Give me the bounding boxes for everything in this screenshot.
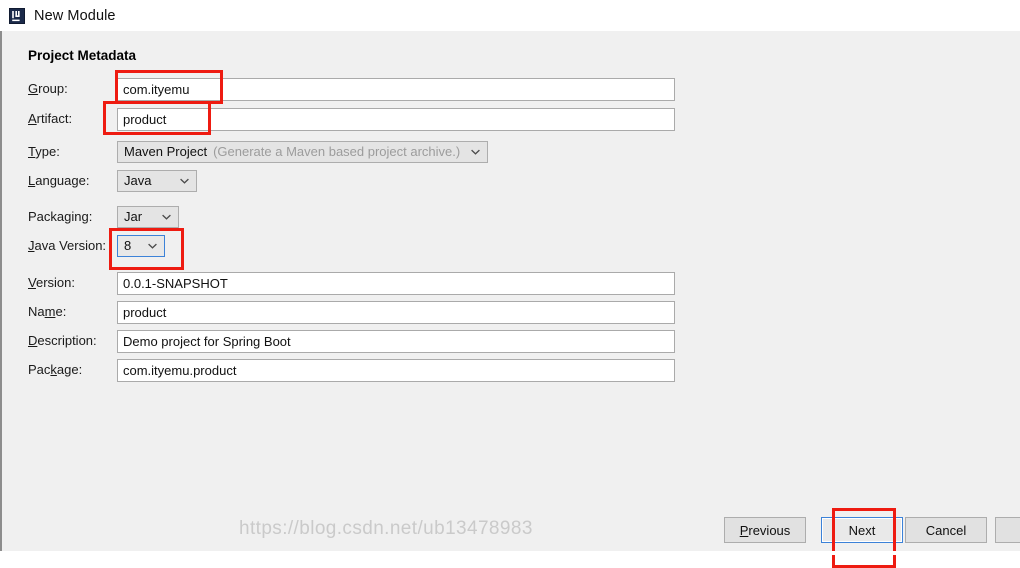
label-package: Package: bbox=[28, 362, 83, 377]
mnemonic-v: V bbox=[28, 275, 36, 290]
java-version-combobox[interactable]: 8 bbox=[117, 235, 165, 257]
name-input[interactable]: product bbox=[117, 301, 675, 324]
type-combobox-hint: (Generate a Maven based project archive.… bbox=[213, 144, 461, 159]
chevron-down-icon bbox=[180, 178, 189, 184]
chevron-down-icon bbox=[471, 149, 480, 155]
label-version: Version: bbox=[28, 275, 75, 290]
help-button[interactable] bbox=[995, 517, 1020, 543]
chevron-down-icon bbox=[162, 214, 171, 220]
mnemonic-a: A bbox=[28, 111, 37, 126]
mnemonic-m: m bbox=[44, 304, 56, 319]
section-title-project-metadata: Project Metadata bbox=[28, 48, 137, 63]
label-description: Description: bbox=[28, 333, 97, 348]
window-bottom-edge bbox=[0, 551, 1020, 555]
previous-button[interactable]: Previous bbox=[724, 517, 806, 543]
packaging-combobox-value: Jar bbox=[124, 209, 143, 224]
dialog-client-area: Project Metadata Group: com.ityemu Artif… bbox=[0, 31, 1020, 568]
new-module-dialog: New Module Project Metadata Group: com.i… bbox=[0, 0, 1020, 568]
java-version-combobox-value: 8 bbox=[124, 238, 132, 253]
packaging-combobox[interactable]: Jar bbox=[117, 206, 179, 228]
label-language: Language: bbox=[28, 173, 90, 188]
watermark-text: https://blog.csdn.net/ub13478983 bbox=[239, 518, 533, 539]
next-label-first: N bbox=[848, 522, 859, 538]
label-name: Name: bbox=[28, 304, 67, 319]
group-input[interactable]: com.ityemu bbox=[117, 78, 675, 101]
chevron-down-icon bbox=[148, 243, 157, 249]
description-input[interactable]: Demo project for Spring Boot bbox=[117, 330, 675, 353]
type-combobox-value: Maven Project bbox=[124, 144, 208, 159]
label-packaging: Packaging: bbox=[28, 209, 93, 224]
label-java-version: Java Version: bbox=[28, 238, 107, 253]
mnemonic-g: G bbox=[28, 81, 39, 96]
label-group: Group: bbox=[28, 81, 68, 96]
window-title: New Module bbox=[34, 7, 116, 24]
title-bar: New Module bbox=[0, 0, 1020, 31]
type-combobox[interactable]: Maven Project (Generate a Maven based pr… bbox=[117, 141, 488, 163]
version-input[interactable]: 0.0.1-SNAPSHOT bbox=[117, 272, 675, 295]
artifact-input[interactable]: product bbox=[117, 108, 675, 131]
intellij-idea-icon bbox=[9, 7, 25, 24]
language-combobox-value: Java bbox=[124, 173, 152, 188]
language-combobox[interactable]: Java bbox=[117, 170, 197, 192]
mnemonic-d: D bbox=[28, 333, 38, 348]
package-input[interactable]: com.ityemu.product bbox=[117, 359, 675, 382]
next-button[interactable]: Next bbox=[821, 517, 903, 543]
label-artifact: Artifact: bbox=[28, 111, 73, 126]
cancel-label-first: C bbox=[925, 522, 936, 538]
label-type: Type: bbox=[28, 144, 60, 159]
cancel-button[interactable]: Cancel bbox=[905, 517, 987, 543]
